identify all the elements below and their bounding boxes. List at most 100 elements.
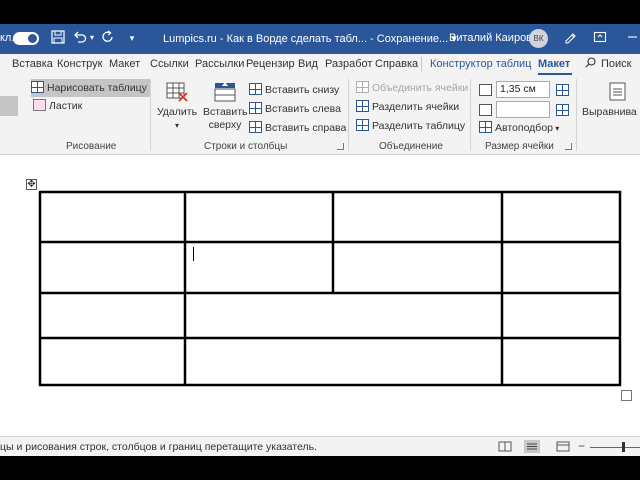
print-layout-icon[interactable] [524, 440, 540, 453]
document-page[interactable]: ✥ [0, 155, 640, 436]
rows-columns-launcher-icon[interactable] [337, 143, 344, 150]
insert-below-icon [249, 83, 262, 95]
row-height-field[interactable]: 1,35 см [496, 81, 550, 98]
tab-developer[interactable]: Разработ [325, 54, 372, 75]
search-icon[interactable] [585, 54, 596, 75]
draw-table-label: Нарисовать таблицу [47, 82, 147, 94]
status-bar: цы и рисования строк, столбцов и границ … [0, 436, 640, 456]
web-layout-icon[interactable] [555, 440, 571, 453]
zoom-slider[interactable] [590, 447, 640, 448]
status-text: цы и рисования строк, столбцов и границ … [0, 441, 317, 453]
split-cells-button[interactable]: Разделить ячейки [356, 98, 459, 116]
column-width-icon [479, 104, 492, 116]
draw-table-icon [31, 81, 44, 93]
text-cursor [193, 247, 194, 261]
group-label-rows-columns: Строки и столбцы [204, 141, 288, 152]
tab-help[interactable]: Справка [375, 54, 418, 75]
split-cells-icon [356, 100, 369, 112]
insert-above-label-2: сверху [208, 119, 242, 131]
undo-dropdown-icon[interactable]: ▾ [88, 30, 96, 46]
tab-review[interactable]: Рецензир [246, 54, 295, 75]
draw-table-button[interactable]: Нарисовать таблицу [31, 79, 151, 97]
column-width-field[interactable] [496, 101, 550, 118]
table-resize-handle[interactable] [621, 390, 632, 401]
autofit-button[interactable]: Автоподбор ▾ [479, 119, 559, 137]
delete-label: Удалить [156, 106, 198, 118]
insert-below-button[interactable]: Вставить снизу [249, 81, 339, 99]
tab-table-design[interactable]: Конструктор таблиц [430, 54, 531, 75]
zoom-slider-thumb[interactable] [622, 442, 625, 452]
eraser-icon [33, 99, 46, 111]
autosave-toggle[interactable] [13, 32, 39, 45]
split-cells-label: Разделить ячейки [372, 101, 460, 113]
alignment-icon [606, 81, 630, 103]
insert-right-button[interactable]: Вставить справа [249, 119, 346, 137]
group-separator [470, 79, 471, 151]
tab-design[interactable]: Конструк [57, 54, 102, 75]
cell-size-launcher-icon[interactable] [565, 143, 572, 150]
alignment-label: Выравнива [582, 106, 637, 118]
insert-above-button[interactable]: Вставить сверху [203, 81, 248, 132]
zoom-out-icon[interactable]: − [578, 439, 585, 453]
ribbon-options-icon[interactable] [592, 30, 608, 46]
delete-table-icon [165, 81, 189, 103]
distribute-rows-icon[interactable] [556, 84, 569, 96]
insert-left-label: Вставить слева [265, 103, 341, 115]
toggle-knob [28, 34, 37, 43]
chevron-down-icon: ▾ [174, 121, 179, 130]
eraser-button[interactable]: Ластик [33, 97, 82, 115]
user-name[interactable]: Виталий Каиров [449, 32, 532, 44]
eraser-label: Ластик [49, 100, 83, 112]
tab-separator [421, 57, 422, 72]
split-table-button[interactable]: Разделить таблицу [356, 117, 465, 135]
redo-icon[interactable] [100, 30, 116, 46]
avatar[interactable]: ВК [529, 29, 548, 48]
autofit-icon [479, 121, 492, 133]
document-title[interactable]: Lumpics.ru - Как в Ворде сделать табл...… [163, 32, 457, 45]
word-window: кл. ▾ ▾ Lumpics.ru - Как в Ворде сделать… [0, 0, 640, 480]
insert-above-label-1: Вставить [203, 106, 248, 118]
chevron-down-icon: ▾ [553, 124, 560, 133]
quick-access-menu-icon[interactable]: ▾ [124, 30, 140, 46]
ribbon: Нарисовать таблицу Ластик Рисование Удал… [0, 75, 640, 155]
insert-above-icon [213, 81, 237, 103]
title-bar: кл. ▾ ▾ Lumpics.ru - Как в Ворде сделать… [0, 24, 640, 54]
group-label-drawing: Рисование [66, 141, 117, 152]
tab-layout[interactable]: Макет [109, 54, 140, 75]
tab-mailings[interactable]: Рассылки [195, 54, 244, 75]
row-height-icon [479, 84, 492, 96]
split-table-icon [356, 119, 369, 131]
group-separator [576, 79, 577, 151]
alignment-button[interactable]: Выравнива [582, 81, 640, 119]
undo-icon[interactable] [72, 30, 88, 46]
merge-cells-icon [356, 81, 369, 93]
group-label-merge: Объединение [379, 141, 443, 152]
distribute-columns-icon[interactable] [556, 104, 569, 116]
view-gridlines-button[interactable] [0, 96, 18, 116]
group-label-cell-size: Размер ячейки [485, 141, 554, 152]
merge-cells-button[interactable]: Объединить ячейки [356, 79, 468, 97]
table[interactable] [0, 155, 640, 436]
split-table-label: Разделить таблицу [372, 120, 466, 132]
autofit-label: Автоподбор [495, 122, 553, 134]
insert-left-button[interactable]: Вставить слева [249, 100, 341, 118]
insert-right-label: Вставить справа [265, 122, 347, 134]
minimize-icon[interactable] [624, 30, 640, 46]
tab-insert[interactable]: Вставка [12, 54, 53, 75]
save-icon[interactable] [50, 30, 66, 46]
delete-button[interactable]: Удалить ▾ [156, 81, 198, 132]
tab-references[interactable]: Ссылки [150, 54, 189, 75]
insert-below-label: Вставить снизу [265, 84, 340, 96]
group-separator [150, 79, 151, 151]
table-outer-border [38, 190, 622, 387]
merge-cells-label: Объединить ячейки [372, 82, 469, 94]
group-separator [348, 79, 349, 151]
insert-right-icon [249, 121, 262, 133]
tab-search[interactable]: Поиск [601, 54, 631, 75]
ribbon-tabs: Вставка Конструк Макет Ссылки Рассылки Р… [0, 54, 640, 75]
tab-table-layout[interactable]: Макет [538, 54, 570, 75]
tab-view[interactable]: Вид [298, 54, 318, 75]
pen-icon[interactable] [562, 30, 578, 46]
insert-left-icon [249, 102, 262, 114]
read-mode-icon[interactable] [497, 440, 513, 453]
